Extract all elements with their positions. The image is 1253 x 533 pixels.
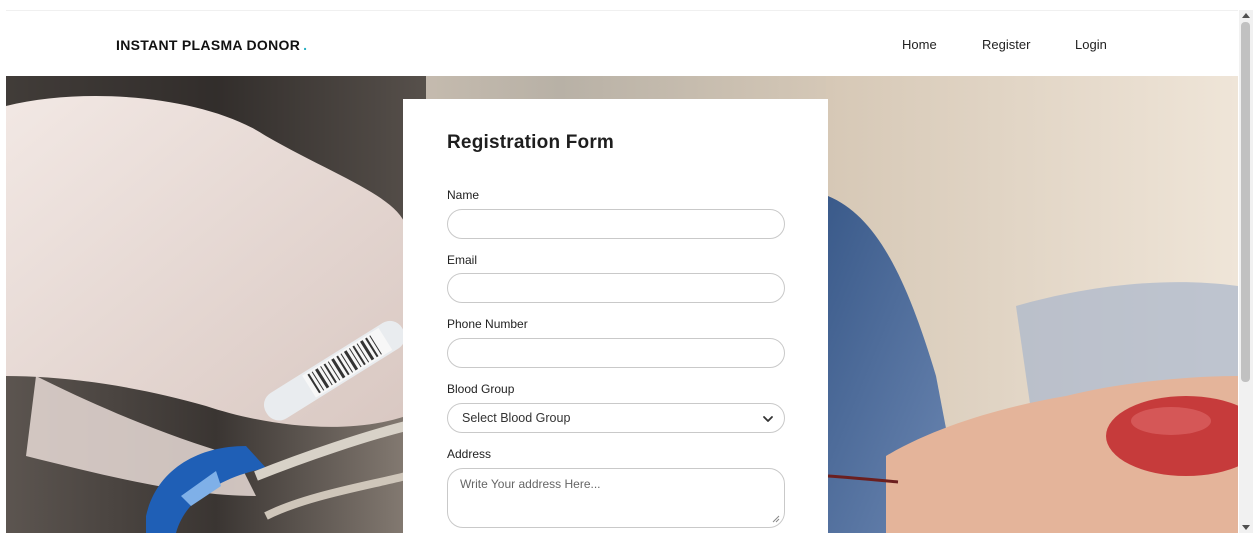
blood-group-select[interactable]: Select Blood Group	[447, 403, 785, 433]
phone-input[interactable]	[447, 338, 785, 368]
page: INSTANT PLASMA DONOR. Home Register Logi…	[0, 0, 1253, 533]
blood-group-label: Blood Group	[447, 382, 515, 396]
brand-text: INSTANT PLASMA DONOR	[116, 37, 301, 53]
nav-login-link[interactable]: Login	[1075, 37, 1107, 52]
email-input[interactable]	[447, 273, 785, 303]
scroll-thumb[interactable]	[1241, 22, 1250, 382]
address-textarea[interactable]: Write Your address Here...	[447, 468, 785, 528]
name-label: Name	[447, 188, 480, 202]
email-label: Email	[447, 253, 478, 267]
brand-logo[interactable]: INSTANT PLASMA DONOR.	[116, 37, 307, 53]
chevron-down-icon	[763, 416, 773, 422]
page-scrollbar[interactable]	[1239, 10, 1253, 533]
name-input[interactable]	[447, 209, 785, 239]
top-navbar: INSTANT PLASMA DONOR. Home Register Logi…	[6, 10, 1238, 76]
brand-dot: .	[303, 37, 308, 53]
phone-label: Phone Number	[447, 317, 528, 331]
registration-form-card: Registration Form Name Email Phone Numbe…	[403, 99, 828, 533]
blood-group-selected-value: Select Blood Group	[462, 411, 571, 425]
address-placeholder: Write Your address Here...	[460, 477, 601, 491]
form-title: Registration Form	[447, 132, 615, 153]
scroll-down-icon[interactable]	[1242, 525, 1250, 530]
scroll-up-icon[interactable]	[1242, 13, 1250, 18]
address-label: Address	[447, 447, 492, 461]
resize-grip-icon[interactable]	[772, 515, 780, 523]
nav-home-link[interactable]: Home	[902, 37, 937, 52]
nav-register-link[interactable]: Register	[982, 37, 1030, 52]
